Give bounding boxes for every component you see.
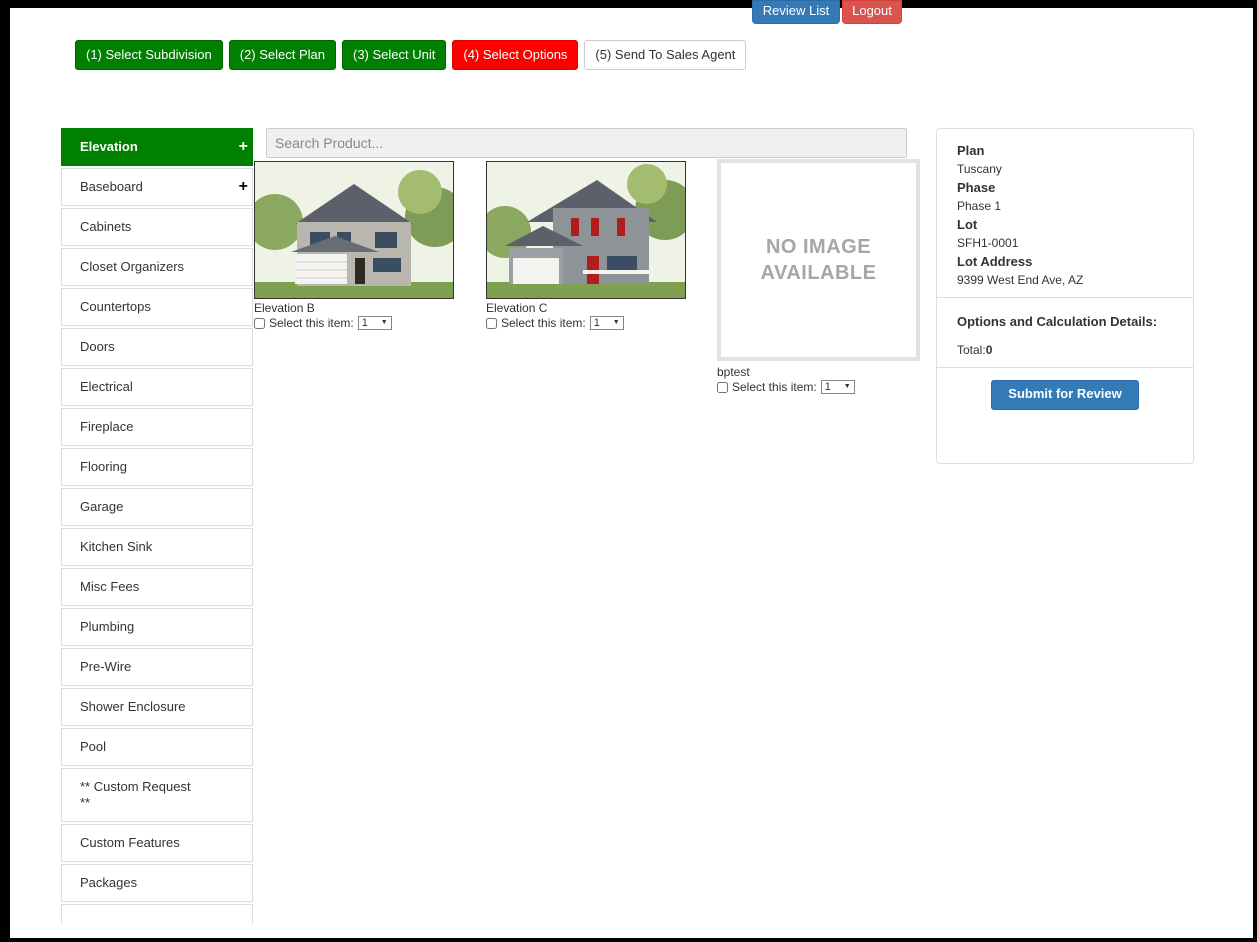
sidebar-item-label: Elevation (80, 139, 138, 154)
sidebar-item-countertops[interactable]: Countertops (61, 288, 253, 326)
summary-panel: Plan Tuscany Phase Phase 1 Lot SFH1-0001… (936, 128, 1194, 464)
select-item-checkbox[interactable] (486, 317, 497, 329)
sidebar-item-custom-features[interactable]: Custom Features (61, 824, 253, 862)
window-frame-bottom (0, 938, 1257, 942)
product-card: Elevation B Select this item: 1 ▼ (254, 161, 454, 330)
sidebar-item-label: Custom Features (80, 835, 180, 850)
house-elevation-b-image (255, 162, 453, 298)
sidebar-item-label: Fireplace (80, 419, 134, 434)
product-card: Elevation C Select this item: 1 ▼ (486, 161, 686, 330)
chevron-down-icon: ▼ (380, 319, 388, 326)
sidebar-item-elevation[interactable]: Elevation + (61, 128, 253, 166)
sidebar-item-label: Shower Enclosure (80, 699, 186, 714)
house-image[interactable] (486, 161, 686, 299)
sidebar-item-kitchen-sink[interactable]: Kitchen Sink (61, 528, 253, 566)
options-details-label: Options and Calculation Details: (957, 314, 1158, 329)
product-name: bptest (717, 365, 750, 379)
sidebar-item-label: Garage (80, 499, 124, 514)
sidebar-item-label: ** Custom Request ** (80, 779, 191, 810)
sidebar-item-closet-organizers[interactable]: Closet Organizers (61, 248, 253, 286)
quantity-select[interactable]: 1 ▼ (820, 380, 855, 394)
select-label: Select this item: (501, 316, 586, 330)
step-select-plan[interactable]: (2) Select Plan (228, 40, 336, 70)
phase-label: Phase (957, 180, 996, 195)
sidebar-item-flooring[interactable]: Flooring (61, 448, 253, 486)
no-image-text: NO IMAGE AVAILABLE (760, 236, 877, 284)
sidebar-item-label: Kitchen Sink (80, 539, 153, 554)
sidebar-item-label: Packages (80, 875, 138, 890)
product-name: Elevation C (486, 301, 548, 315)
house-image[interactable] (254, 161, 454, 299)
quantity-select[interactable]: 1 ▼ (589, 316, 624, 330)
phase-value: Phase 1 (957, 199, 1002, 213)
sidebar-item-garage[interactable]: Garage (61, 488, 253, 526)
step-select-unit[interactable]: (3) Select Unit (342, 40, 447, 70)
logout-button[interactable]: Logout (842, 0, 902, 24)
select-row: Select this item: 1 ▼ (254, 316, 454, 330)
product-card: NO IMAGE AVAILABLE bptest Select this it… (717, 159, 920, 394)
house-elevation-c-image (487, 162, 685, 298)
select-label: Select this item: (732, 380, 817, 394)
product-name: Elevation B (254, 301, 315, 315)
sidebar-item-label: Closet Organizers (80, 259, 185, 274)
quantity-value: 1 (824, 381, 831, 393)
select-item-checkbox[interactable] (717, 381, 728, 393)
sidebar-item-label: Cabinets (80, 219, 132, 234)
total-row: Total:0 (957, 343, 1173, 357)
lot-value: SFH1-0001 (957, 236, 1019, 250)
select-label: Select this item: (269, 316, 354, 330)
select-item-checkbox[interactable] (254, 317, 265, 329)
sidebar-item-plumbing[interactable]: Plumbing (61, 608, 253, 646)
sidebar-item-misc-fees[interactable]: Misc Fees (61, 568, 253, 606)
window-frame-top (0, 0, 1257, 8)
total-value: 0 (985, 343, 993, 357)
sidebar-item-cabinets[interactable]: Cabinets (61, 208, 253, 246)
quantity-value: 1 (593, 317, 600, 329)
plan-label: Plan (957, 143, 985, 158)
plan-value: Tuscany (957, 162, 1002, 176)
lot-address-value: 9399 West End Ave, AZ (957, 273, 1084, 287)
sidebar-item-pool[interactable]: Pool (61, 728, 253, 766)
sidebar-item-label: Pool (80, 739, 107, 754)
sidebar-item-label: Doors (80, 339, 115, 354)
sidebar-item-label: Countertops (80, 299, 151, 314)
sidebar-item-electrical[interactable]: Electrical (61, 368, 253, 406)
lot-address-label: Lot Address (957, 254, 1033, 269)
no-image-placeholder[interactable]: NO IMAGE AVAILABLE (717, 159, 920, 361)
sidebar-item-doors[interactable]: Doors (61, 328, 253, 366)
window-frame-right (1253, 0, 1257, 942)
window-frame-left (0, 0, 10, 942)
plus-icon[interactable]: + (239, 129, 248, 165)
sidebar-item-partial[interactable] (61, 904, 253, 924)
quantity-value: 1 (361, 317, 368, 329)
sidebar-item-fireplace[interactable]: Fireplace (61, 408, 253, 446)
sidebar-item-pre-wire[interactable]: Pre-Wire (61, 648, 253, 686)
submit-for-review-button[interactable]: Submit for Review (991, 380, 1139, 410)
sidebar-item-label: Plumbing (80, 619, 135, 634)
chevron-down-icon: ▼ (843, 383, 851, 390)
select-row: Select this item: 1 ▼ (717, 380, 920, 394)
sidebar-item-label: Misc Fees (80, 579, 140, 594)
lot-label: Lot (957, 217, 978, 232)
total-label: Total: (957, 343, 986, 357)
step-select-subdivision[interactable]: (1) Select Subdivision (75, 40, 223, 70)
sidebar-item-label: Pre-Wire (80, 659, 132, 674)
wizard-steps: (1) Select Subdivision (2) Select Plan (… (75, 40, 747, 70)
search-input[interactable] (266, 128, 907, 158)
sidebar-item-label: Flooring (80, 459, 127, 474)
review-list-button[interactable]: Review List (752, 0, 840, 24)
sidebar-item-baseboard[interactable]: Baseboard + (61, 168, 253, 206)
step-select-options[interactable]: (4) Select Options (452, 40, 579, 70)
chevron-down-icon: ▼ (612, 319, 620, 326)
select-row: Select this item: 1 ▼ (486, 316, 686, 330)
category-sidebar: Elevation + Baseboard + Cabinets Closet … (61, 128, 253, 926)
sidebar-item-custom-request[interactable]: ** Custom Request ** (61, 768, 253, 822)
sidebar-item-label: Baseboard (80, 179, 143, 194)
sidebar-item-label: Electrical (80, 379, 133, 394)
quantity-select[interactable]: 1 ▼ (357, 316, 392, 330)
plus-icon[interactable]: + (239, 169, 248, 205)
sidebar-item-shower-enclosure[interactable]: Shower Enclosure (61, 688, 253, 726)
sidebar-item-packages[interactable]: Packages (61, 864, 253, 902)
step-send-to-sales-agent[interactable]: (5) Send To Sales Agent (584, 40, 747, 70)
